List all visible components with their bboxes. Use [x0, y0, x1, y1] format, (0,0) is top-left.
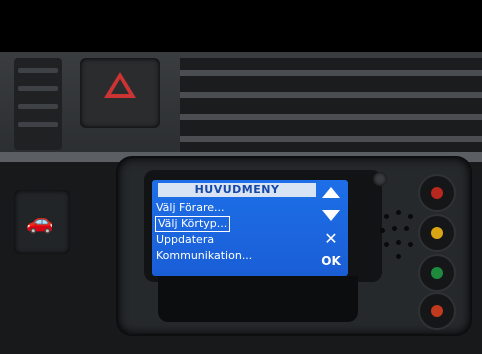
- scroll-down-button[interactable]: [318, 206, 344, 224]
- scroll-up-button[interactable]: [318, 183, 344, 201]
- triangle-down-icon: [322, 210, 340, 221]
- green-led-button[interactable]: [420, 256, 454, 290]
- hazard-button[interactable]: [80, 58, 160, 128]
- light-sensor: [373, 172, 387, 186]
- speaker-grille: [380, 210, 416, 260]
- menu-item-valj-kortyp[interactable]: Välj Körtyp...: [154, 216, 231, 232]
- close-button[interactable]: ✕: [318, 230, 344, 248]
- triangle-up-icon: [322, 187, 340, 198]
- menu-title: HUVUDMENY: [158, 183, 316, 197]
- trunk-release-button[interactable]: 🚗: [14, 190, 70, 254]
- card-slot[interactable]: [158, 276, 358, 322]
- menu-item-kommunikation[interactable]: Kommunikation...: [156, 249, 252, 263]
- device-screen: HUVUDMENY Välj Förare... Välj Körtyp... …: [152, 180, 348, 276]
- menu-item-valj-forare[interactable]: Välj Förare...: [156, 201, 225, 215]
- ok-button[interactable]: OK: [318, 252, 344, 270]
- left-air-vent: [14, 58, 62, 150]
- red-led-button[interactable]: [420, 176, 454, 210]
- yellow-led-button[interactable]: [420, 216, 454, 250]
- menu-item-uppdatera[interactable]: Uppdatera: [156, 233, 214, 247]
- car-icon: 🚗: [26, 210, 54, 235]
- photo-scene: 🚗 HUVUDMENY Välj Förare... Välj Körtyp..…: [0, 0, 482, 354]
- top-black-bar: [0, 0, 482, 52]
- red-led-icon: [431, 187, 443, 199]
- orange-led-icon: [431, 305, 443, 317]
- hazard-warning-icon: [104, 72, 136, 98]
- yellow-led-icon: [431, 227, 443, 239]
- green-led-icon: [431, 267, 443, 279]
- right-air-vent: [180, 58, 482, 153]
- orange-led-button[interactable]: [420, 294, 454, 328]
